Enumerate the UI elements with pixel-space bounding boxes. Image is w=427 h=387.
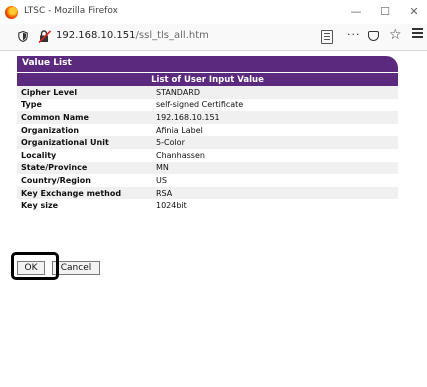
table-row: Cipher Level STANDARD (17, 86, 398, 99)
insecure-lock-icon[interactable] (38, 30, 51, 43)
row-label: Type (21, 100, 42, 110)
url-text[interactable]: 192.168.10.151/ssl_tls_all.htm (56, 30, 209, 41)
url-path: /ssl_tls_all.htm (135, 30, 209, 41)
address-bar[interactable]: 192.168.10.151/ssl_tls_all.htm ··· ☆ (8, 27, 403, 47)
row-value: RSA (152, 186, 398, 200)
table-row: Locality Chanhassen (17, 149, 398, 162)
url-host: 192.168.10.151 (56, 30, 136, 41)
table-row: Country/Region US (17, 174, 398, 187)
table-header-row: List of User Input Value (17, 73, 398, 86)
row-label: State/Province (17, 161, 152, 175)
value-list-header: Value List (17, 56, 398, 72)
row-value: 5-Color (152, 136, 398, 149)
table-row: Common Name 192.168.10.151 (17, 111, 398, 124)
row-value: 192.168.10.151 (152, 111, 398, 124)
window-titlebar: LTSC - Mozilla Firefox — ☐ ✕ (0, 0, 427, 24)
cancel-button[interactable]: Cancel (52, 261, 100, 275)
row-value: self-signed Certificate (156, 100, 244, 110)
row-label: Common Name (17, 111, 152, 124)
table-row: Type self-signed Certificate (17, 99, 398, 112)
pocket-icon[interactable] (368, 31, 379, 41)
row-label: Locality (21, 150, 57, 160)
row-label: Country/Region (21, 175, 91, 185)
table-row: Organization Afinia Label (17, 124, 398, 137)
value-table: List of User Input Value Cipher Level STA… (17, 73, 398, 212)
row-label: Cipher Level (17, 86, 152, 99)
row-label: Key Exchange method (17, 186, 152, 200)
minimize-button[interactable]: — (343, 3, 369, 21)
close-button[interactable]: ✕ (401, 3, 427, 21)
bookmark-star-icon[interactable]: ☆ (389, 27, 402, 43)
row-value: 1024bit (156, 201, 187, 211)
table-row: Key Exchange method RSA (17, 186, 398, 200)
ok-highlight-box (11, 252, 59, 280)
maximize-button[interactable]: ☐ (372, 3, 398, 21)
row-label: Organization (21, 125, 80, 135)
panel-title: Value List (22, 58, 72, 68)
row-value: STANDARD (152, 86, 398, 99)
firefox-icon (5, 6, 18, 19)
table-row: Key size 1024bit (17, 199, 398, 212)
row-value: US (156, 175, 167, 185)
reader-view-icon[interactable] (321, 30, 333, 44)
shield-icon[interactable] (18, 31, 28, 42)
table-row: Organizational Unit 5-Color (17, 136, 398, 149)
row-value: Afinia Label (156, 125, 203, 135)
row-label: Key size (21, 201, 59, 211)
window-title: LTSC - Mozilla Firefox (24, 6, 118, 16)
table-header: List of User Input Value (17, 73, 398, 86)
navigation-toolbar: 192.168.10.151/ssl_tls_all.htm ··· ☆ (0, 24, 427, 51)
row-value: Chanhassen (156, 150, 205, 160)
page-actions-menu-icon[interactable]: ··· (347, 28, 361, 41)
row-label: Organizational Unit (17, 136, 152, 149)
row-value: MN (152, 161, 398, 175)
hamburger-menu-icon[interactable] (412, 28, 423, 38)
table-row: State/Province MN (17, 161, 398, 175)
